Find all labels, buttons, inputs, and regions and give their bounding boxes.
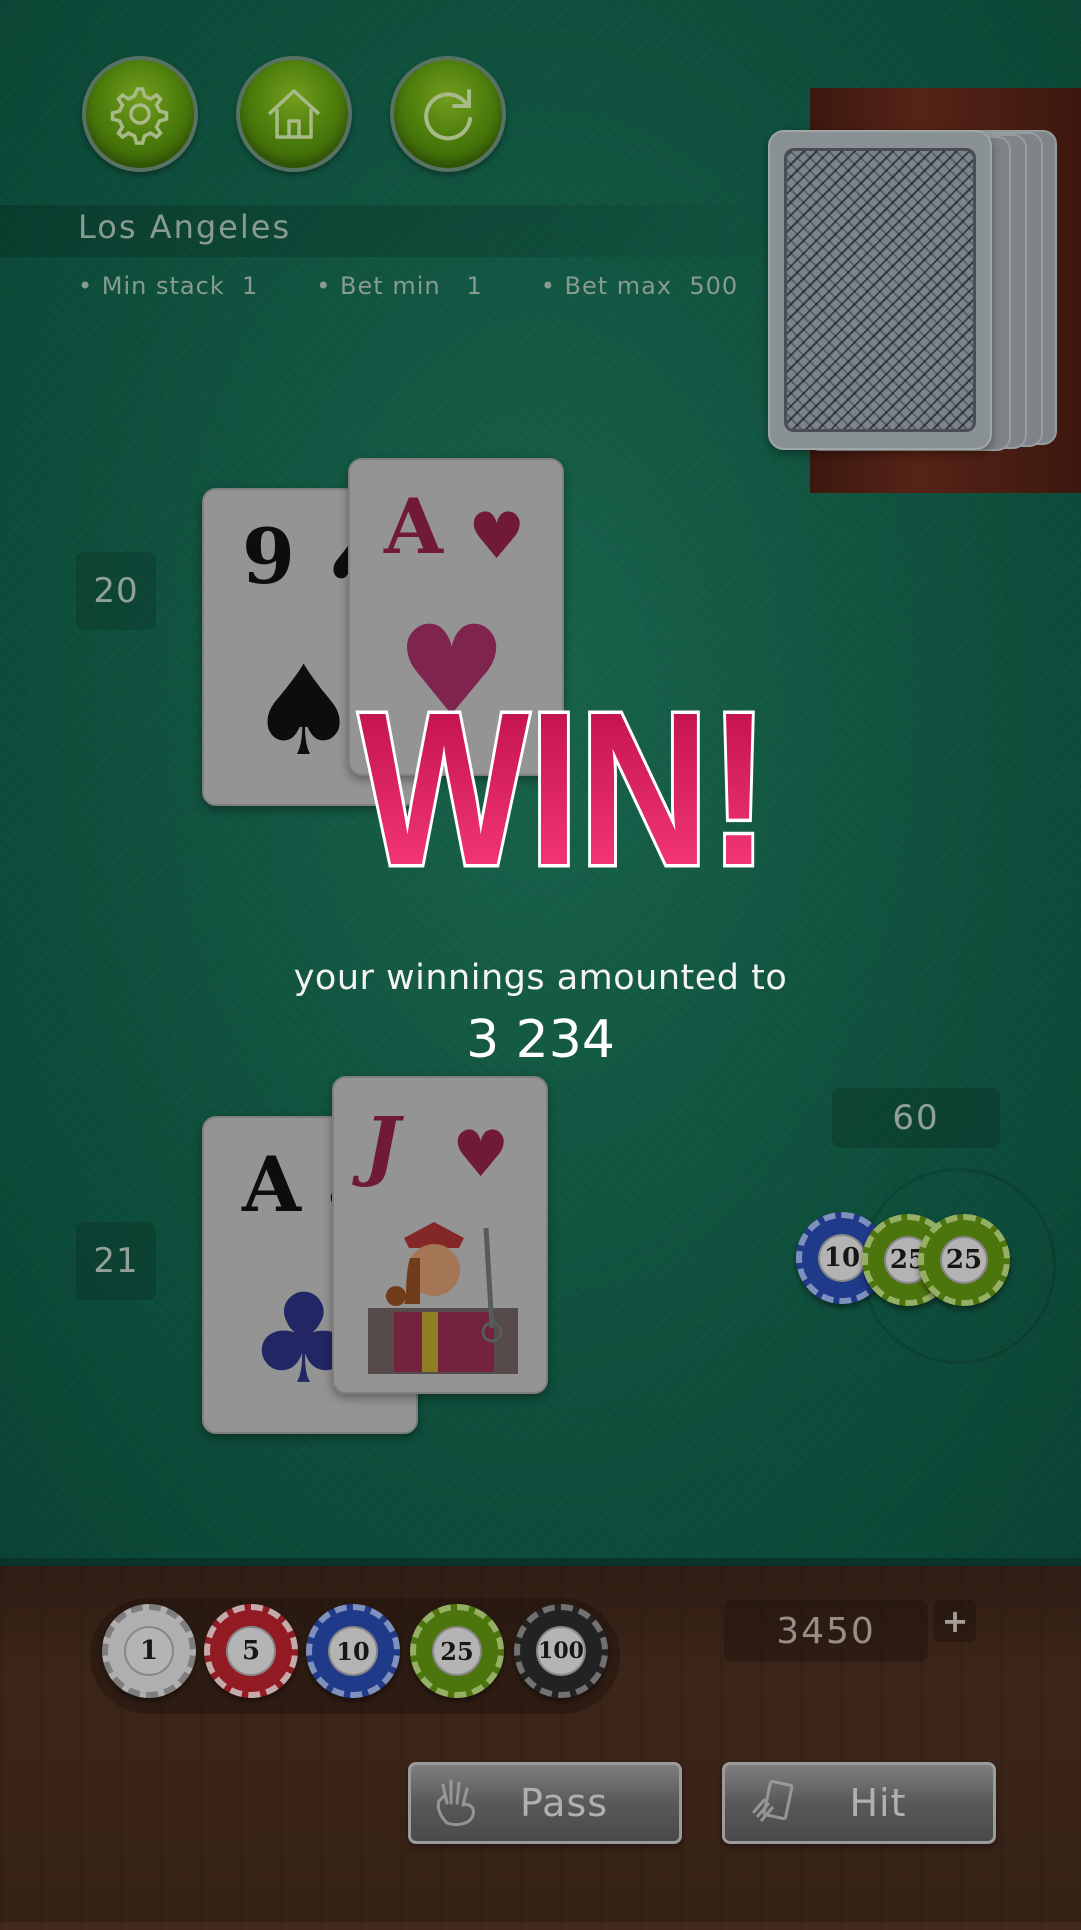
chip-value: 100 — [536, 1626, 586, 1676]
chip-10-button[interactable]: 10 — [306, 1604, 400, 1698]
pass-button[interactable]: Pass — [408, 1762, 682, 1844]
card-back-pattern — [784, 148, 976, 432]
pass-label: Pass — [519, 1781, 609, 1825]
card-rank: A — [242, 1140, 301, 1229]
player-card-2: J ♥ — [332, 1076, 548, 1394]
chip-value: 25 — [432, 1626, 482, 1676]
chip-100-button[interactable]: 100 — [514, 1604, 608, 1698]
hit-button[interactable]: Hit — [722, 1762, 996, 1844]
winnings-amount: 3 234 — [466, 1010, 615, 1070]
add-funds-button[interactable]: + — [934, 1600, 976, 1642]
chip-value: 25 — [939, 1235, 989, 1285]
heart-icon: ♥ — [452, 1118, 510, 1192]
home-button[interactable] — [236, 56, 352, 172]
chip-value: 5 — [226, 1626, 276, 1676]
svg-text:WIN!: WIN! — [359, 672, 769, 892]
settings-button[interactable] — [82, 56, 198, 172]
dealer-score: 20 — [76, 552, 156, 630]
chip-5-button[interactable]: 5 — [204, 1604, 298, 1698]
chip-value: 1 — [124, 1626, 174, 1676]
limit-min-stack: • Min stack 1 — [78, 272, 259, 300]
limit-bet-min: • Bet min 1 — [316, 272, 483, 300]
limit-bet-max: • Bet max 500 — [540, 272, 739, 300]
heart-icon: ♥ — [468, 500, 526, 574]
refresh-icon — [424, 89, 472, 141]
table-city: Los Angeles — [78, 208, 292, 246]
restart-button[interactable] — [390, 56, 506, 172]
hand-icon — [436, 1779, 475, 1827]
win-title: WIN! — [356, 672, 773, 892]
card-rank: J — [364, 1100, 400, 1189]
card-rank: 9 — [242, 512, 295, 601]
chip-value: 10 — [817, 1233, 867, 1283]
chip-1-button[interactable]: 1 — [102, 1604, 196, 1698]
hit-label: Hit — [849, 1781, 907, 1825]
card-draw-icon — [751, 1779, 794, 1822]
card-rank: A — [384, 482, 443, 571]
winnings-message: your winnings amounted to — [293, 958, 788, 998]
deck-top-card — [768, 130, 992, 450]
player-score: 21 — [76, 1222, 156, 1300]
chip-value: 10 — [328, 1626, 378, 1676]
current-bet: 60 — [832, 1088, 1000, 1148]
home-icon — [267, 89, 321, 139]
chip-25-button[interactable]: 25 — [410, 1604, 504, 1698]
bet-chip: 25 — [918, 1214, 1010, 1306]
spade-icon: ♠ — [248, 640, 360, 784]
balance-display: 3450 — [724, 1600, 928, 1662]
table-limits: • Min stack 1 • Bet min 1 • Bet max 500 — [78, 272, 738, 300]
gear-icon — [110, 87, 169, 145]
jack-portrait — [368, 1222, 518, 1374]
